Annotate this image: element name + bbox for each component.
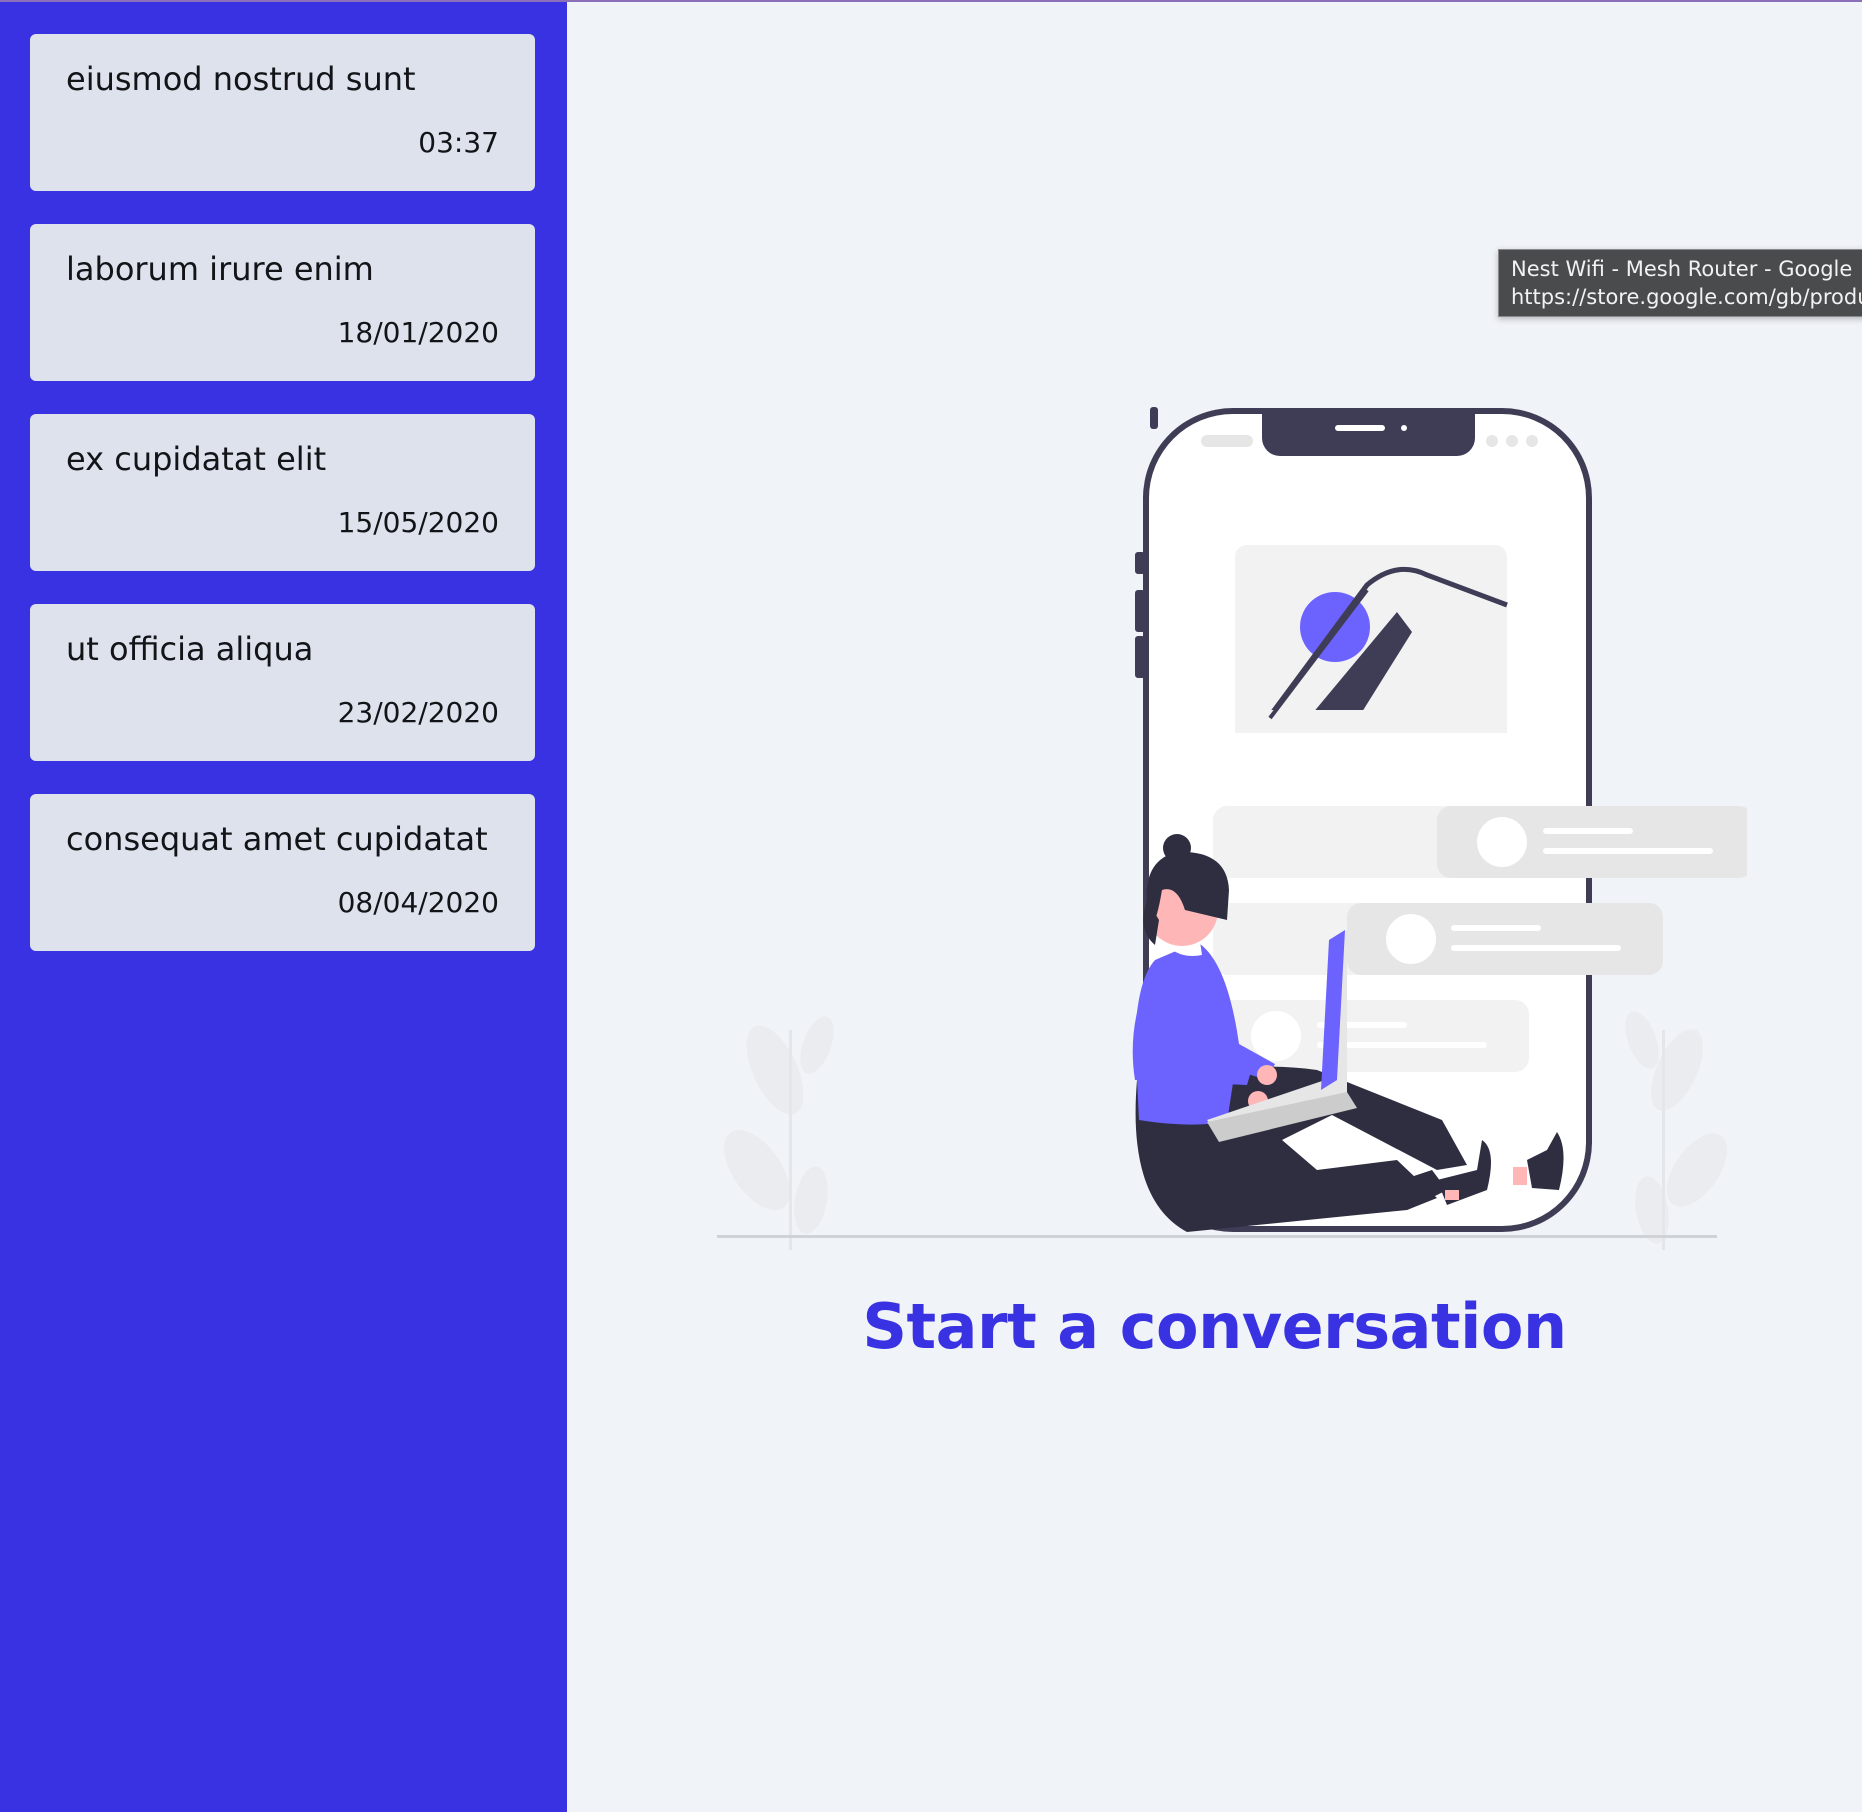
conversation-timestamp: 18/01/2020	[337, 316, 499, 349]
person-with-laptop-and-phone-illustration	[717, 407, 1747, 1250]
conversation-timestamp: 03:37	[418, 126, 499, 159]
conversation-item[interactable]: eiusmod nostrud sunt 03:37	[30, 34, 535, 191]
chat-bubbles-decoration	[1213, 806, 1747, 1072]
conversation-item[interactable]: ex cupidatat elit 15/05/2020	[30, 414, 535, 571]
conversation-sidebar: eiusmod nostrud sunt 03:37 laborum irure…	[0, 0, 567, 1812]
plant-right-decoration	[1625, 1011, 1728, 1250]
conversation-timestamp: 15/05/2020	[337, 506, 499, 539]
conversation-title: eiusmod nostrud sunt	[66, 60, 416, 98]
start-conversation-heading: Start a conversation	[862, 1290, 1567, 1363]
conversation-title: consequat amet cupidatat	[66, 820, 488, 858]
link-tooltip: Nest Wifi - Mesh Router - Google https:/…	[1498, 249, 1862, 317]
ground-line	[717, 1235, 1717, 1238]
conversation-title: ex cupidatat elit	[66, 440, 327, 478]
conversation-title: laborum irure enim	[66, 250, 374, 288]
top-border	[0, 0, 1862, 2]
conversation-timestamp: 23/02/2020	[337, 696, 499, 729]
conversation-item[interactable]: consequat amet cupidatat 08/04/2020	[30, 794, 535, 951]
conversation-timestamp: 08/04/2020	[337, 886, 499, 919]
app-window: eiusmod nostrud sunt 03:37 laborum irure…	[0, 0, 1862, 1812]
tooltip-url: https://store.google.com/gb/produ	[1511, 285, 1862, 309]
conversation-item[interactable]: ut officia aliqua 23/02/2020	[30, 604, 535, 761]
tooltip-title: Nest Wifi - Mesh Router - Google	[1511, 257, 1853, 281]
plant-left-decoration	[724, 1016, 834, 1250]
conversation-item[interactable]: laborum irure enim 18/01/2020	[30, 224, 535, 381]
conversation-title: ut officia aliqua	[66, 630, 314, 668]
